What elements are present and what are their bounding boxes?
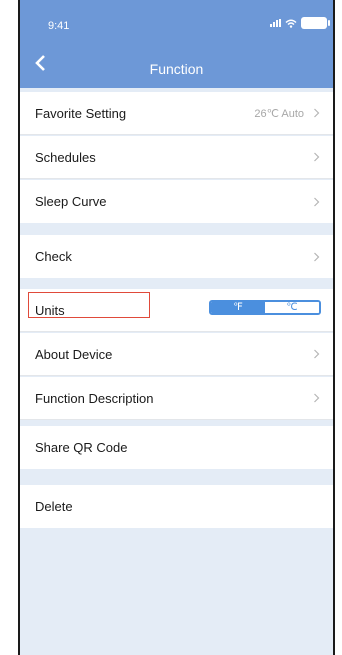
signal-icon (270, 19, 281, 27)
nav-header: 9:41 Function (20, 0, 333, 88)
fahrenheit-option[interactable]: ℉ (211, 302, 265, 313)
favorite-setting-row[interactable]: Favorite Setting 26℃ Auto (20, 92, 333, 135)
row-label: Function Description (35, 390, 154, 406)
units-row: Units ℉ ℃ (20, 289, 333, 332)
check-row[interactable]: Check (20, 235, 333, 278)
schedules-row[interactable]: Schedules (20, 136, 333, 179)
row-label: Check (35, 249, 72, 264)
page-title: Function (149, 61, 204, 77)
status-icons (270, 17, 330, 29)
row-label: Schedules (35, 149, 96, 165)
units-toggle[interactable]: ℉ ℃ (209, 300, 321, 315)
wifi-icon (285, 19, 297, 28)
row-label: Sleep Curve (35, 194, 107, 209)
units-label: Units (35, 302, 65, 318)
chevron-right-icon (314, 252, 320, 261)
chevron-right-icon (314, 108, 320, 118)
row-label: About Device (35, 346, 113, 362)
status-time: 9:41 (48, 20, 70, 32)
sleep-curve-row[interactable]: Sleep Curve (20, 180, 333, 223)
about-device-row[interactable]: About Device (20, 333, 333, 376)
phone-screen: 9:41 Function Favorite Setting 26℃ Auto … (18, 0, 335, 655)
share-qr-code-row[interactable]: Share QR Code (20, 426, 333, 469)
celsius-option[interactable]: ℃ (265, 302, 319, 313)
row-label: Favorite Setting (35, 105, 127, 121)
chevron-right-icon (314, 393, 320, 403)
favorite-setting-value: 26℃ Auto (254, 107, 304, 120)
battery-icon (301, 17, 330, 29)
chevron-right-icon (314, 349, 320, 359)
row-label: Share QR Code (35, 440, 128, 455)
row-label: Delete (35, 499, 73, 514)
chevron-right-icon (314, 197, 320, 206)
chevron-right-icon (314, 152, 320, 162)
function-description-row[interactable]: Function Description (20, 377, 333, 420)
delete-row[interactable]: Delete (20, 485, 333, 528)
